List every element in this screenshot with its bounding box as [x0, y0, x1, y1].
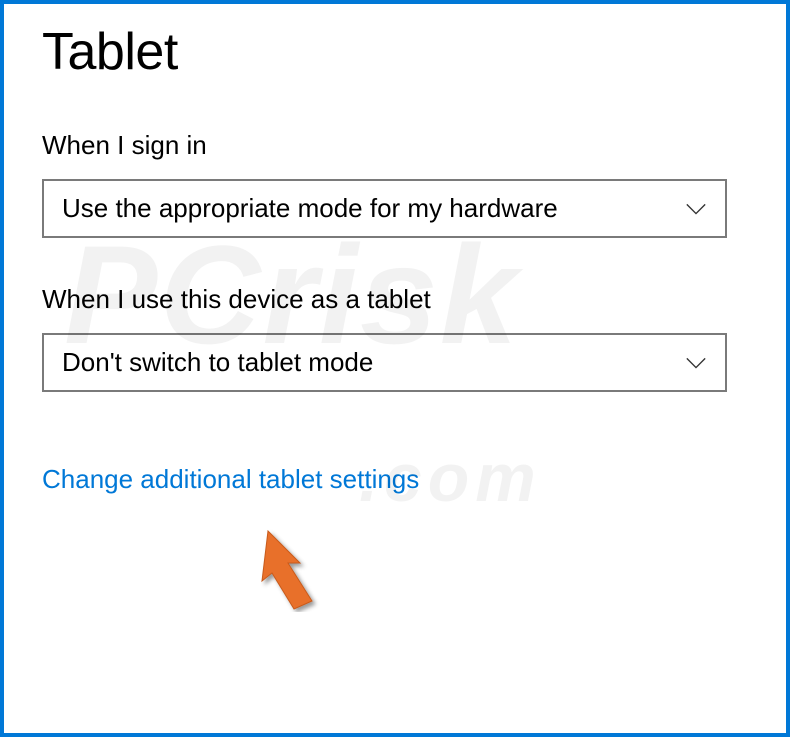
annotation-arrow-icon: [258, 527, 330, 617]
setting-group-sign-in: When I sign in Use the appropriate mode …: [42, 130, 748, 238]
settings-window: PCrisk .com Tablet When I sign in Use th…: [0, 0, 790, 737]
sign-in-label: When I sign in: [42, 130, 748, 161]
sign-in-dropdown-value: Use the appropriate mode for my hardware: [62, 193, 558, 224]
device-tablet-label: When I use this device as a tablet: [42, 284, 748, 315]
setting-group-device-tablet: When I use this device as a tablet Don't…: [42, 284, 748, 392]
sign-in-dropdown[interactable]: Use the appropriate mode for my hardware: [42, 179, 727, 238]
chevron-down-icon: [685, 198, 707, 220]
device-tablet-dropdown-value: Don't switch to tablet mode: [62, 347, 373, 378]
change-additional-settings-link[interactable]: Change additional tablet settings: [42, 464, 419, 495]
chevron-down-icon: [685, 352, 707, 374]
page-title: Tablet: [42, 22, 748, 82]
device-tablet-dropdown[interactable]: Don't switch to tablet mode: [42, 333, 727, 392]
